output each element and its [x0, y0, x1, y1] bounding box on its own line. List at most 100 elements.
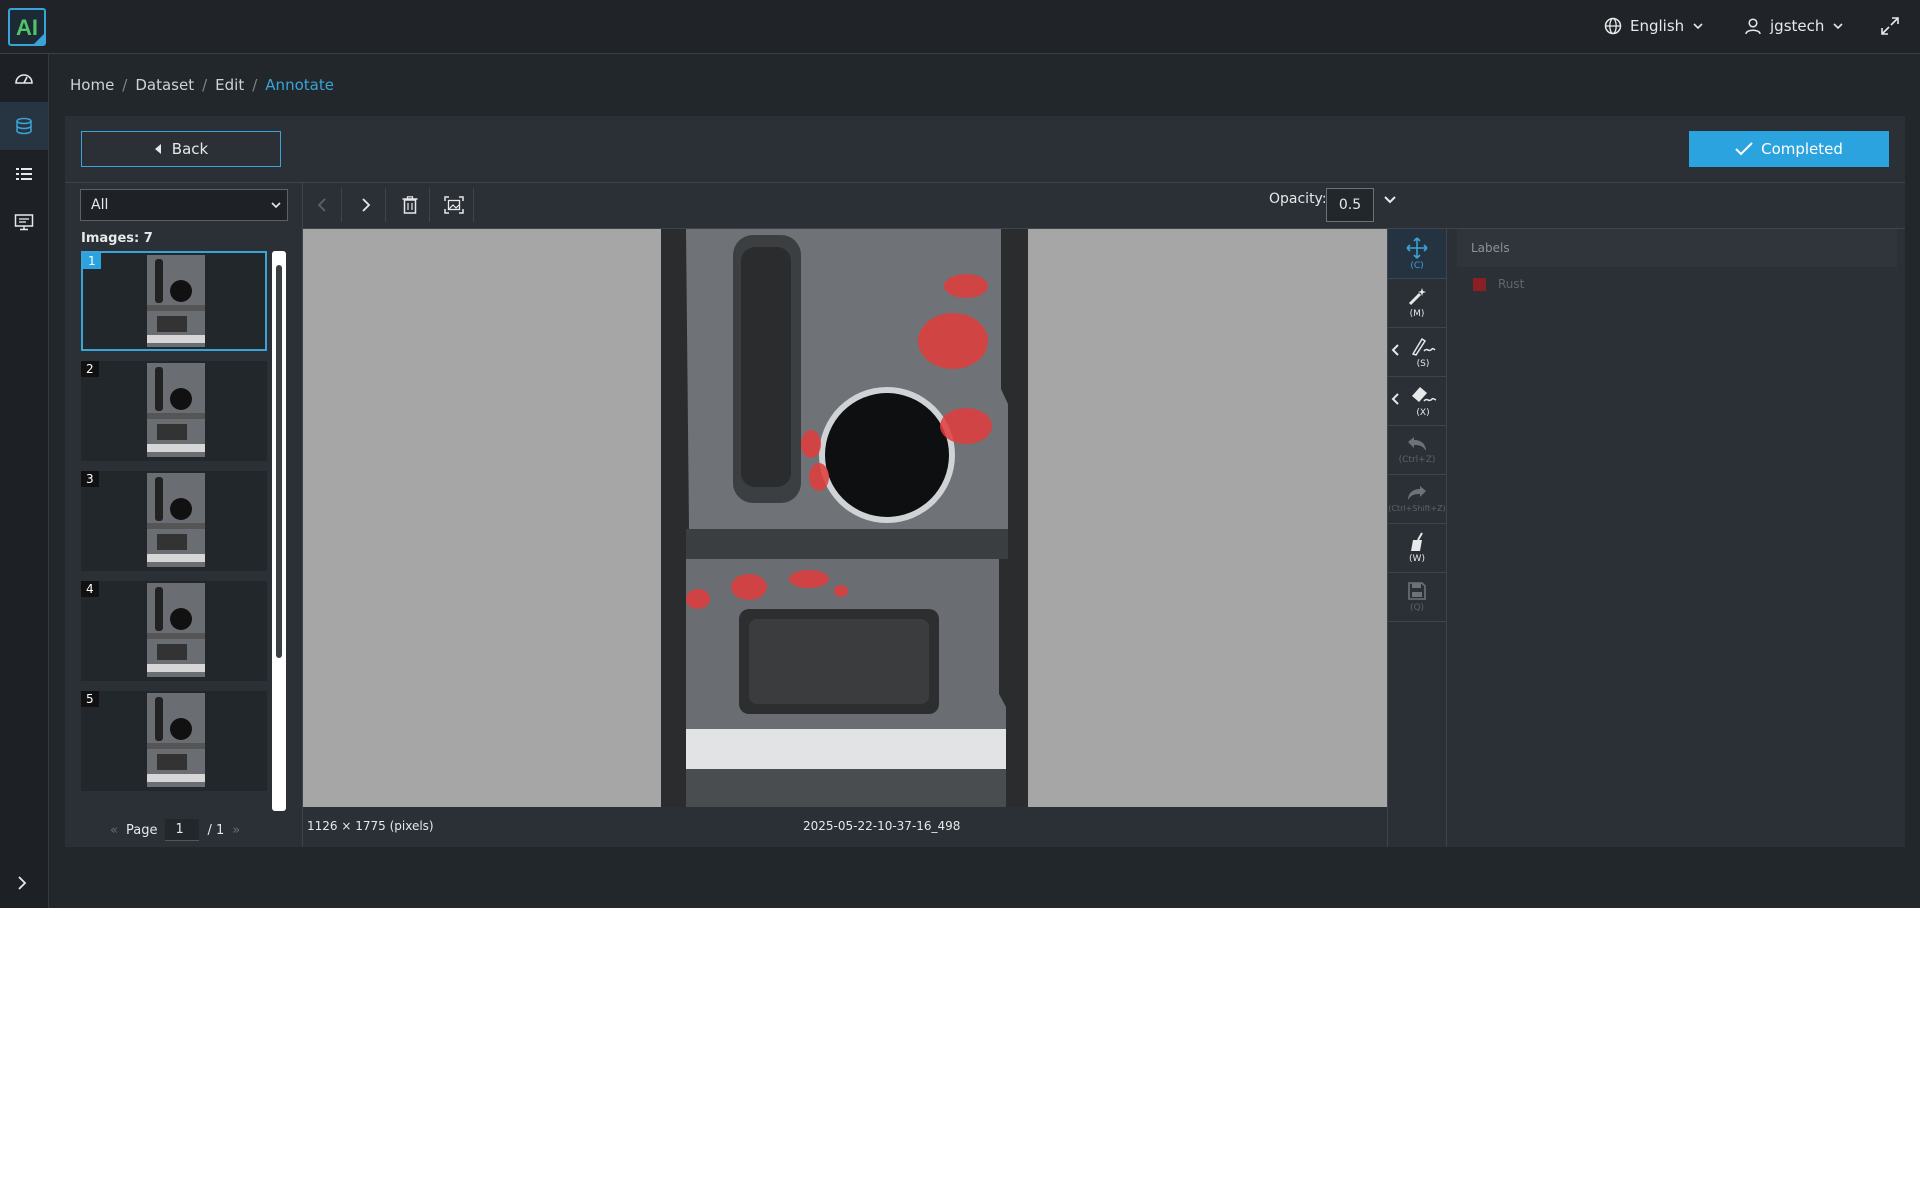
next-image-button[interactable]	[347, 188, 386, 222]
fit-image-button[interactable]	[435, 188, 474, 222]
sidebar-item-list[interactable]	[0, 150, 48, 198]
chevron-right-icon	[18, 876, 27, 890]
sidebar-item-monitor[interactable]	[0, 198, 48, 246]
magic-wand-icon	[1408, 287, 1426, 305]
opacity-dropdown[interactable]	[1383, 192, 1397, 211]
thumbnail-image	[147, 583, 205, 677]
chevron-left-icon[interactable]	[1390, 342, 1400, 361]
back-label: Back	[171, 140, 209, 158]
page-label: Page	[125, 822, 158, 838]
username-label: jgstech	[1770, 17, 1825, 35]
chevron-left-icon	[317, 198, 326, 212]
list-icon	[16, 168, 32, 180]
thumbnail-image	[147, 363, 205, 457]
save-icon	[1408, 581, 1426, 600]
app-window: AI English jgstech Home / Dataset / Edit…	[0, 0, 1920, 908]
tool-shortcut: (Ctrl+Z)	[1398, 454, 1436, 465]
thumbnail-image	[147, 473, 205, 567]
label-color-swatch	[1473, 277, 1486, 291]
trash-icon	[402, 196, 418, 214]
move-tool-button[interactable]: (C)	[1388, 229, 1446, 279]
fit-screen-icon	[444, 196, 464, 214]
annotation-canvas[interactable]	[303, 229, 1387, 807]
scrollbar-thumb[interactable]	[276, 265, 282, 658]
thumbnail-item[interactable]: 3	[81, 471, 267, 571]
tool-shortcut: (Q)	[1409, 602, 1425, 613]
delete-image-button[interactable]	[391, 188, 430, 222]
pagination: « Page 1 / 1 »	[110, 819, 240, 841]
thumbnail-item[interactable]: 5	[81, 691, 267, 791]
label-name: Rust	[1498, 277, 1525, 291]
chevron-down-icon	[1693, 23, 1703, 30]
move-icon	[1406, 236, 1428, 259]
panel-header: Back Completed	[65, 116, 1905, 183]
filter-select[interactable]: All	[80, 189, 288, 221]
sidebar	[0, 54, 49, 908]
tool-shortcut: (C)	[1410, 260, 1424, 271]
tool-shortcut: (Ctrl+Shift+Z)	[1388, 504, 1446, 513]
sidebar-item-dashboard[interactable]	[0, 54, 48, 102]
dashboard-icon	[15, 74, 33, 84]
completed-label: Completed	[1761, 140, 1843, 158]
breadcrumb-current: Annotate	[265, 76, 334, 94]
broom-icon	[1411, 532, 1423, 551]
breadcrumb-edit[interactable]: Edit	[215, 76, 244, 94]
thumbnail-item[interactable]: 1	[81, 251, 267, 351]
breadcrumb: Home / Dataset / Edit / Annotate	[70, 76, 334, 94]
page-total: / 1	[207, 822, 225, 838]
tool-shortcut: (M)	[1409, 308, 1425, 319]
thumbnail-scrollbar[interactable]	[272, 251, 286, 811]
opacity-label: Opacity:	[1269, 191, 1327, 207]
last-page-icon[interactable]: »	[232, 823, 240, 838]
prev-image-button[interactable]	[303, 188, 342, 222]
image-list-panel: All Images: 7 1 2 3 4 5 « Page 1 / 1 »	[65, 183, 303, 847]
fullscreen-button[interactable]	[1880, 16, 1900, 36]
language-selector[interactable]: English	[1604, 17, 1704, 35]
breadcrumb-dataset[interactable]: Dataset	[135, 76, 194, 94]
part-image[interactable]	[661, 229, 1028, 807]
thumbnail-item[interactable]: 2	[81, 361, 267, 461]
eraser-icon	[1412, 386, 1437, 402]
chevron-down-icon	[1833, 23, 1843, 30]
label-item-rust[interactable]: Rust	[1473, 277, 1524, 291]
user-menu[interactable]: jgstech	[1744, 17, 1844, 35]
eraser-tool-button[interactable]: (X)	[1388, 376, 1446, 426]
page-input[interactable]: 1	[165, 819, 200, 841]
user-icon	[1745, 18, 1761, 35]
labels-panel: Labels Rust	[1447, 229, 1905, 847]
language-label: English	[1630, 17, 1685, 35]
thumbnail-item[interactable]: 4	[81, 581, 267, 681]
tool-shortcut: (S)	[1416, 358, 1430, 369]
status-bar: 1126 × 1775 (pixels) 2025-05-22-10-37-16…	[303, 807, 1447, 847]
save-tool-button[interactable]: (Q)	[1388, 572, 1446, 622]
undo-tool-button[interactable]: (Ctrl+Z)	[1388, 425, 1446, 475]
expand-icon	[1881, 17, 1899, 35]
globe-icon	[1604, 17, 1622, 35]
chevron-right-icon	[362, 198, 371, 212]
dataset-icon	[16, 117, 32, 135]
magic-wand-tool-button[interactable]: (M)	[1388, 278, 1446, 328]
sidebar-item-dataset[interactable]	[0, 102, 48, 150]
brush-tool-button[interactable]: (S)	[1388, 327, 1446, 377]
first-page-icon[interactable]: «	[110, 823, 118, 838]
undo-icon	[1408, 436, 1426, 451]
clear-tool-button[interactable]: (W)	[1388, 523, 1446, 573]
breadcrumb-home[interactable]: Home	[70, 76, 114, 94]
back-button[interactable]: Back	[81, 131, 281, 167]
top-bar: AI English jgstech	[0, 0, 1920, 54]
chevron-down-icon	[1384, 196, 1396, 204]
image-toolbar: Opacity: 0.5	[303, 183, 1905, 229]
redo-icon	[1408, 486, 1426, 500]
sidebar-expand-button[interactable]	[15, 875, 29, 895]
chevron-left-icon[interactable]	[1390, 391, 1400, 410]
redo-tool-button[interactable]: (Ctrl+Shift+Z)	[1388, 474, 1446, 524]
thumbnail-image	[147, 255, 205, 347]
tool-palette: (C) (M) (S) (X) (Ctrl+Z) (Ctrl+Shift+Z) …	[1387, 229, 1447, 847]
chevron-down-icon	[271, 190, 281, 232]
opacity-input[interactable]: 0.5	[1326, 188, 1374, 222]
thumbnail-image	[147, 693, 205, 787]
completed-button[interactable]: Completed	[1689, 131, 1889, 167]
app-logo[interactable]: AI	[8, 8, 46, 46]
annotation-panel: Back Completed All Images: 7 1 2 3 4 5 «…	[65, 116, 1905, 847]
metal-part-photo	[661, 229, 1028, 807]
